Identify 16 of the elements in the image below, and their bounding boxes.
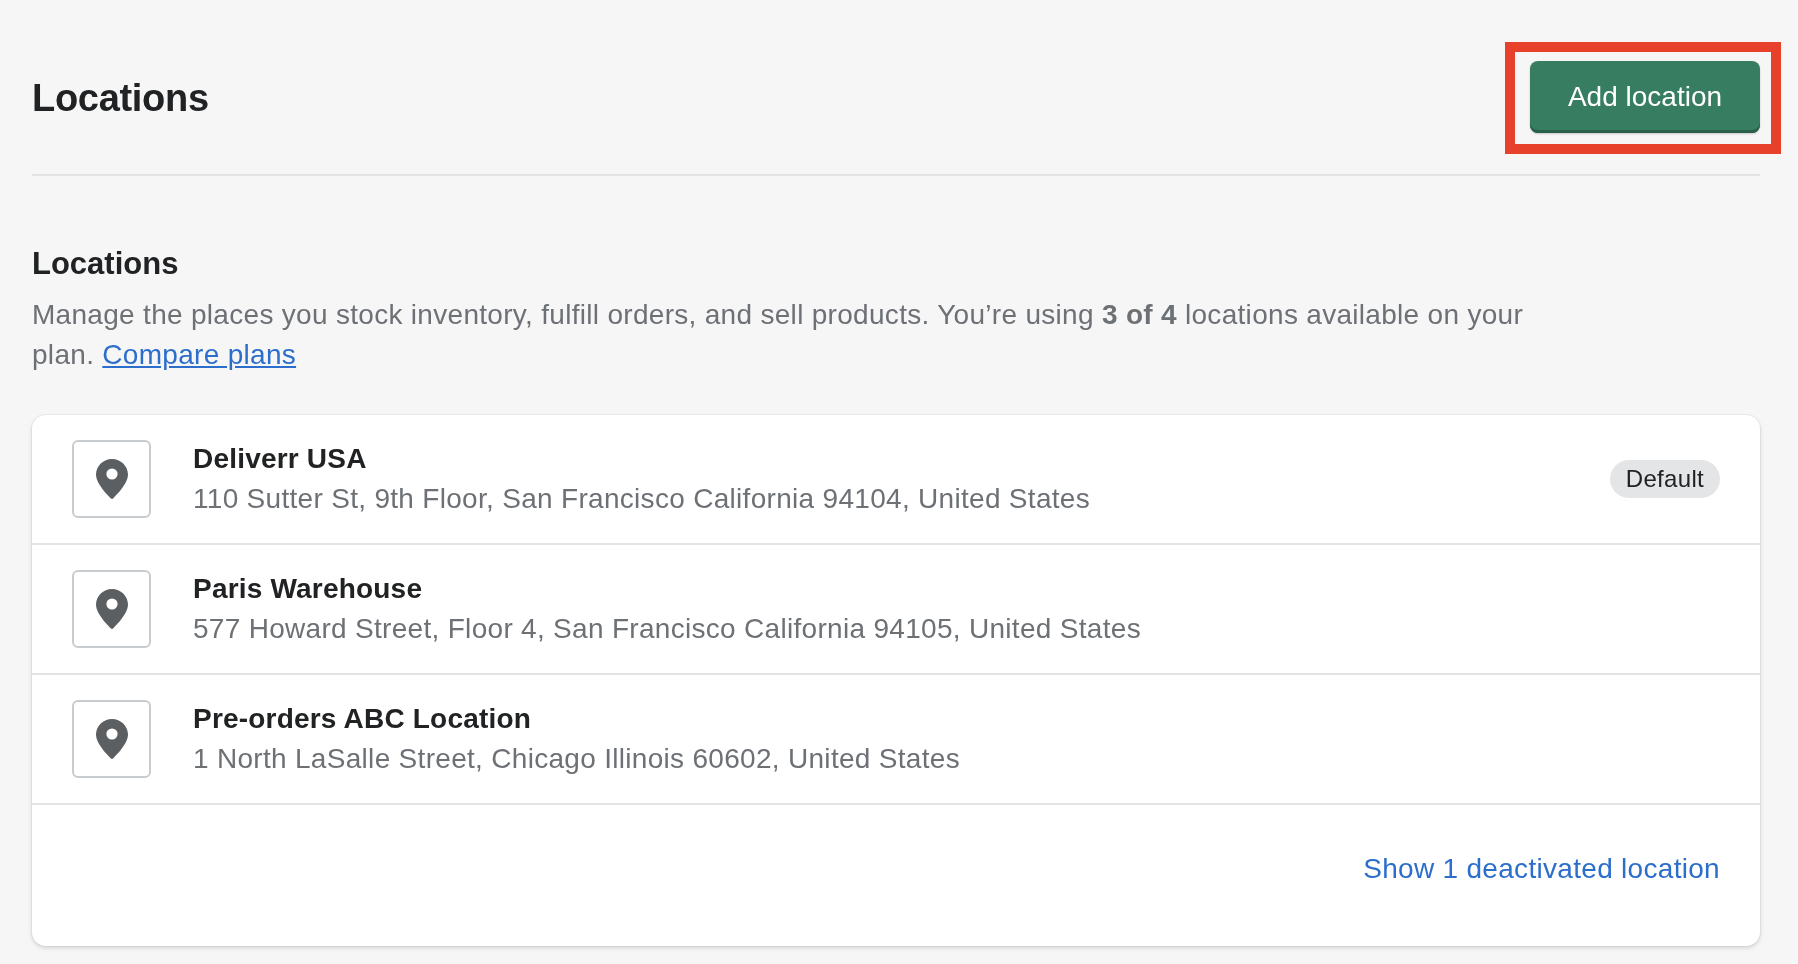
location-address: 577 Howard Street, Floor 4, San Francisco California 94105, United States <box>193 612 1142 646</box>
map-pin-icon <box>72 570 151 648</box>
page-title: Locations <box>32 76 209 121</box>
description-text: Manage the places you stock inventory, fulfill orders, and sell products. You’re using 3 of 4 locations available on your plan. Compare plans <box>32 298 1525 372</box>
default-badge: Default <box>1609 460 1720 498</box>
location-name[interactable]: Pre-orders ABC Location <box>193 699 1720 739</box>
compare-plans-link[interactable]: Compare plans <box>102 339 297 370</box>
location-address: 110 Sutter St, 9th Floor, San Francisco California 94104, United States <box>193 482 1092 516</box>
map-pin-icon <box>72 440 151 518</box>
location-address: 1 North LaSalle Street, Chicago Illinois 60602, United States <box>193 742 961 776</box>
section-heading: Locations <box>32 246 180 282</box>
location-name[interactable]: Deliverr USA <box>193 439 1610 479</box>
location-name[interactable]: Paris Warehouse <box>193 569 1720 609</box>
add-location-button[interactable]: Add location <box>1530 61 1760 133</box>
map-pin-icon <box>72 700 151 778</box>
show-deactivated-link[interactable]: Show 1 deactivated location <box>1363 849 1720 889</box>
